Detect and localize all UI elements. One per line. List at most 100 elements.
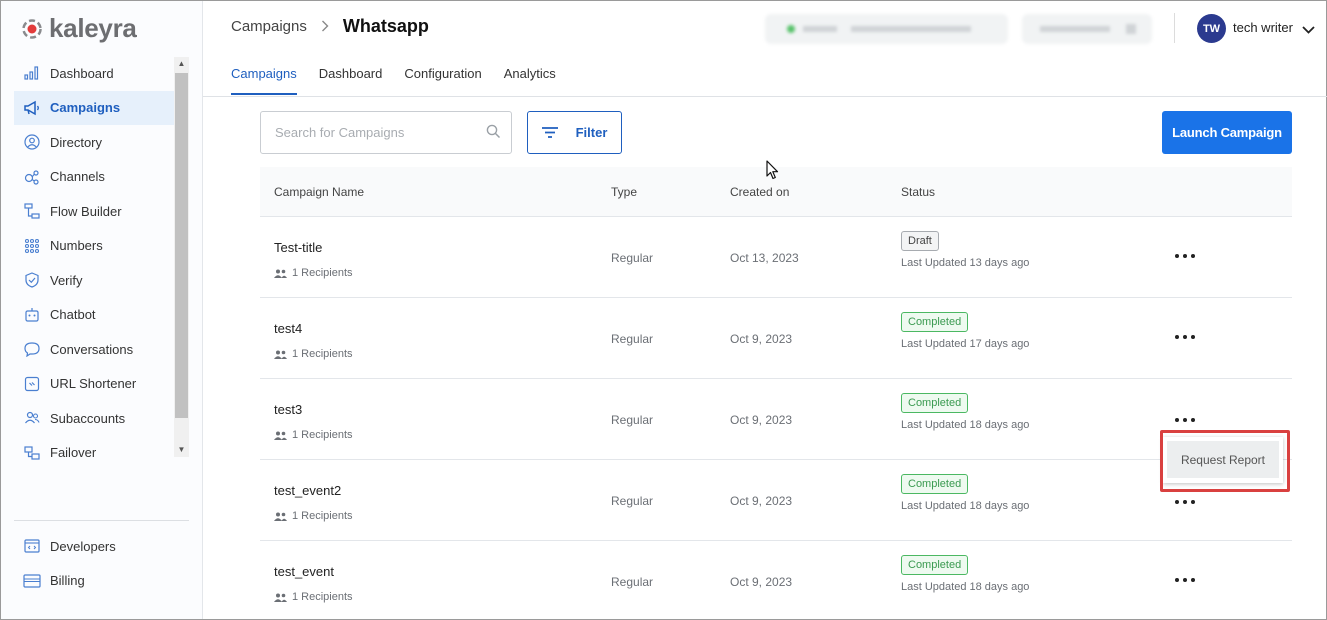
sidebar-item-billing[interactable]: Billing bbox=[14, 564, 189, 599]
campaign-created-date: Oct 9, 2023 bbox=[730, 494, 793, 508]
campaign-created-date: Oct 9, 2023 bbox=[730, 575, 793, 589]
campaign-name[interactable]: test4 bbox=[274, 321, 302, 336]
mouse-cursor-icon bbox=[766, 160, 779, 180]
scroll-down-icon[interactable]: ▼ bbox=[174, 443, 189, 457]
table-row[interactable]: test_event 1 Recipients Regular Oct 9, 2… bbox=[260, 541, 1292, 620]
scroll-up-icon[interactable]: ▲ bbox=[174, 57, 189, 71]
chevron-down-icon[interactable] bbox=[1302, 21, 1315, 39]
sidebar-item-label: Conversations bbox=[50, 341, 134, 357]
people-icon bbox=[274, 431, 287, 440]
sidebar-item-label: Dashboard bbox=[50, 65, 114, 81]
people-icon bbox=[274, 269, 287, 278]
sidebar: kaleyra Dashboard Campaigns Directory Ch… bbox=[1, 1, 203, 619]
card-icon bbox=[23, 572, 41, 590]
sidebar-item-label: Developers bbox=[50, 538, 116, 554]
sidebar-item-conversations[interactable]: Conversations bbox=[14, 332, 174, 367]
breadcrumb-root[interactable]: Campaigns bbox=[231, 18, 307, 35]
robot-icon bbox=[23, 306, 41, 324]
people-icon bbox=[274, 512, 287, 521]
dialpad-icon bbox=[23, 237, 41, 255]
tabs-divider bbox=[203, 96, 1327, 97]
recipients-count: 1 Recipients bbox=[274, 429, 353, 441]
user-name[interactable]: tech writer bbox=[1233, 20, 1293, 35]
code-window-icon bbox=[23, 537, 41, 555]
campaign-name[interactable]: Test-title bbox=[274, 240, 322, 255]
last-updated: Last Updated 18 days ago bbox=[901, 419, 1030, 431]
sidebar-item-channels[interactable]: Channels bbox=[14, 160, 174, 195]
people-icon bbox=[274, 593, 287, 602]
campaign-name[interactable]: test_event bbox=[274, 564, 334, 579]
column-header-status: Status bbox=[901, 185, 936, 199]
tab-configuration[interactable]: Configuration bbox=[404, 66, 481, 95]
recipients-count: 1 Recipients bbox=[274, 348, 353, 360]
sidebar-item-label: URL Shortener bbox=[50, 376, 137, 392]
more-options-icon[interactable] bbox=[1173, 493, 1197, 511]
more-options-icon[interactable] bbox=[1173, 247, 1197, 265]
people-icon bbox=[274, 350, 287, 359]
campaign-type: Regular bbox=[611, 332, 654, 346]
table-row[interactable]: test_event2 1 Recipients Regular Oct 9, … bbox=[260, 460, 1292, 541]
sidebar-scrollbar[interactable]: ▲ ▼ bbox=[174, 57, 189, 457]
sidebar-item-chatbot[interactable]: Chatbot bbox=[14, 298, 174, 333]
row-actions-menu: Request Report bbox=[1163, 437, 1283, 483]
tab-dashboard[interactable]: Dashboard bbox=[319, 66, 383, 95]
recipients-count: 1 Recipients bbox=[274, 591, 353, 603]
status-badge: Completed bbox=[901, 555, 969, 575]
flow-icon bbox=[23, 202, 41, 220]
sidebar-item-url-shortener[interactable]: URL Shortener bbox=[14, 367, 174, 402]
column-header-created: Created on bbox=[730, 185, 790, 199]
sidebar-item-label: Flow Builder bbox=[50, 203, 122, 219]
search-input[interactable] bbox=[261, 112, 461, 153]
table-row[interactable]: test4 1 Recipients Regular Oct 9, 2023 C… bbox=[260, 298, 1292, 379]
brand-logo[interactable]: kaleyra bbox=[21, 13, 137, 44]
sidebar-item-label: Campaigns bbox=[50, 100, 121, 116]
status-badge: Completed bbox=[901, 474, 969, 494]
search-icon[interactable] bbox=[486, 124, 501, 144]
sidebar-item-numbers[interactable]: Numbers bbox=[14, 229, 174, 264]
sidebar-nav: Dashboard Campaigns Directory Channels F… bbox=[14, 56, 174, 470]
sidebar-item-subaccounts[interactable]: Subaccounts bbox=[14, 401, 174, 436]
tab-campaigns[interactable]: Campaigns bbox=[231, 66, 297, 95]
sidebar-item-failover[interactable]: Failover bbox=[14, 436, 174, 471]
more-options-icon[interactable] bbox=[1173, 328, 1197, 346]
scrollbar-thumb[interactable] bbox=[175, 73, 188, 418]
launch-campaign-button[interactable]: Launch Campaign bbox=[1162, 111, 1292, 154]
chat-bubble-icon bbox=[23, 340, 41, 358]
bar-chart-icon bbox=[23, 64, 41, 82]
sidebar-item-directory[interactable]: Directory bbox=[14, 125, 174, 160]
sidebar-item-label: Channels bbox=[50, 169, 105, 185]
campaign-created-date: Oct 9, 2023 bbox=[730, 332, 793, 346]
sidebar-item-label: Subaccounts bbox=[50, 410, 126, 426]
balance-indicator[interactable] bbox=[1022, 14, 1152, 44]
sidebar-item-dashboard[interactable]: Dashboard bbox=[14, 56, 174, 91]
tab-bar: Campaigns Dashboard Configuration Analyt… bbox=[231, 66, 578, 95]
table-row[interactable]: test3 1 Recipients Regular Oct 9, 2023 C… bbox=[260, 379, 1292, 460]
filter-button[interactable]: Filter bbox=[527, 111, 622, 154]
sidebar-item-flow-builder[interactable]: Flow Builder bbox=[14, 194, 174, 229]
person-circle-icon bbox=[23, 133, 41, 151]
status-badge: Completed bbox=[901, 312, 969, 332]
channels-icon bbox=[23, 168, 41, 186]
table-row[interactable]: Test-title 1 Recipients Regular Oct 13, … bbox=[260, 217, 1292, 298]
account-selector[interactable] bbox=[765, 14, 1008, 44]
page-title: Whatsapp bbox=[342, 16, 429, 36]
column-header-type: Type bbox=[611, 185, 638, 199]
sidebar-item-verify[interactable]: Verify bbox=[14, 263, 174, 298]
avatar[interactable]: TW bbox=[1197, 14, 1226, 43]
sidebar-item-campaigns[interactable]: Campaigns bbox=[14, 90, 174, 125]
request-report-menu-item[interactable]: Request Report bbox=[1167, 441, 1279, 478]
breadcrumb: Campaigns Whatsapp bbox=[231, 16, 429, 37]
sidebar-item-developers[interactable]: Developers bbox=[14, 529, 189, 564]
redacted-text bbox=[851, 26, 971, 32]
redacted-icon bbox=[1126, 24, 1136, 34]
tab-analytics[interactable]: Analytics bbox=[504, 66, 556, 95]
campaign-type: Regular bbox=[611, 494, 654, 508]
sidebar-item-label: Directory bbox=[50, 134, 103, 150]
campaign-name[interactable]: test3 bbox=[274, 402, 302, 417]
column-header-name: Campaign Name bbox=[274, 185, 365, 199]
last-updated: Last Updated 17 days ago bbox=[901, 338, 1030, 350]
campaign-name[interactable]: test_event2 bbox=[274, 483, 341, 498]
more-options-icon[interactable] bbox=[1173, 571, 1197, 589]
campaign-created-date: Oct 9, 2023 bbox=[730, 413, 793, 427]
more-options-icon[interactable] bbox=[1173, 411, 1197, 429]
